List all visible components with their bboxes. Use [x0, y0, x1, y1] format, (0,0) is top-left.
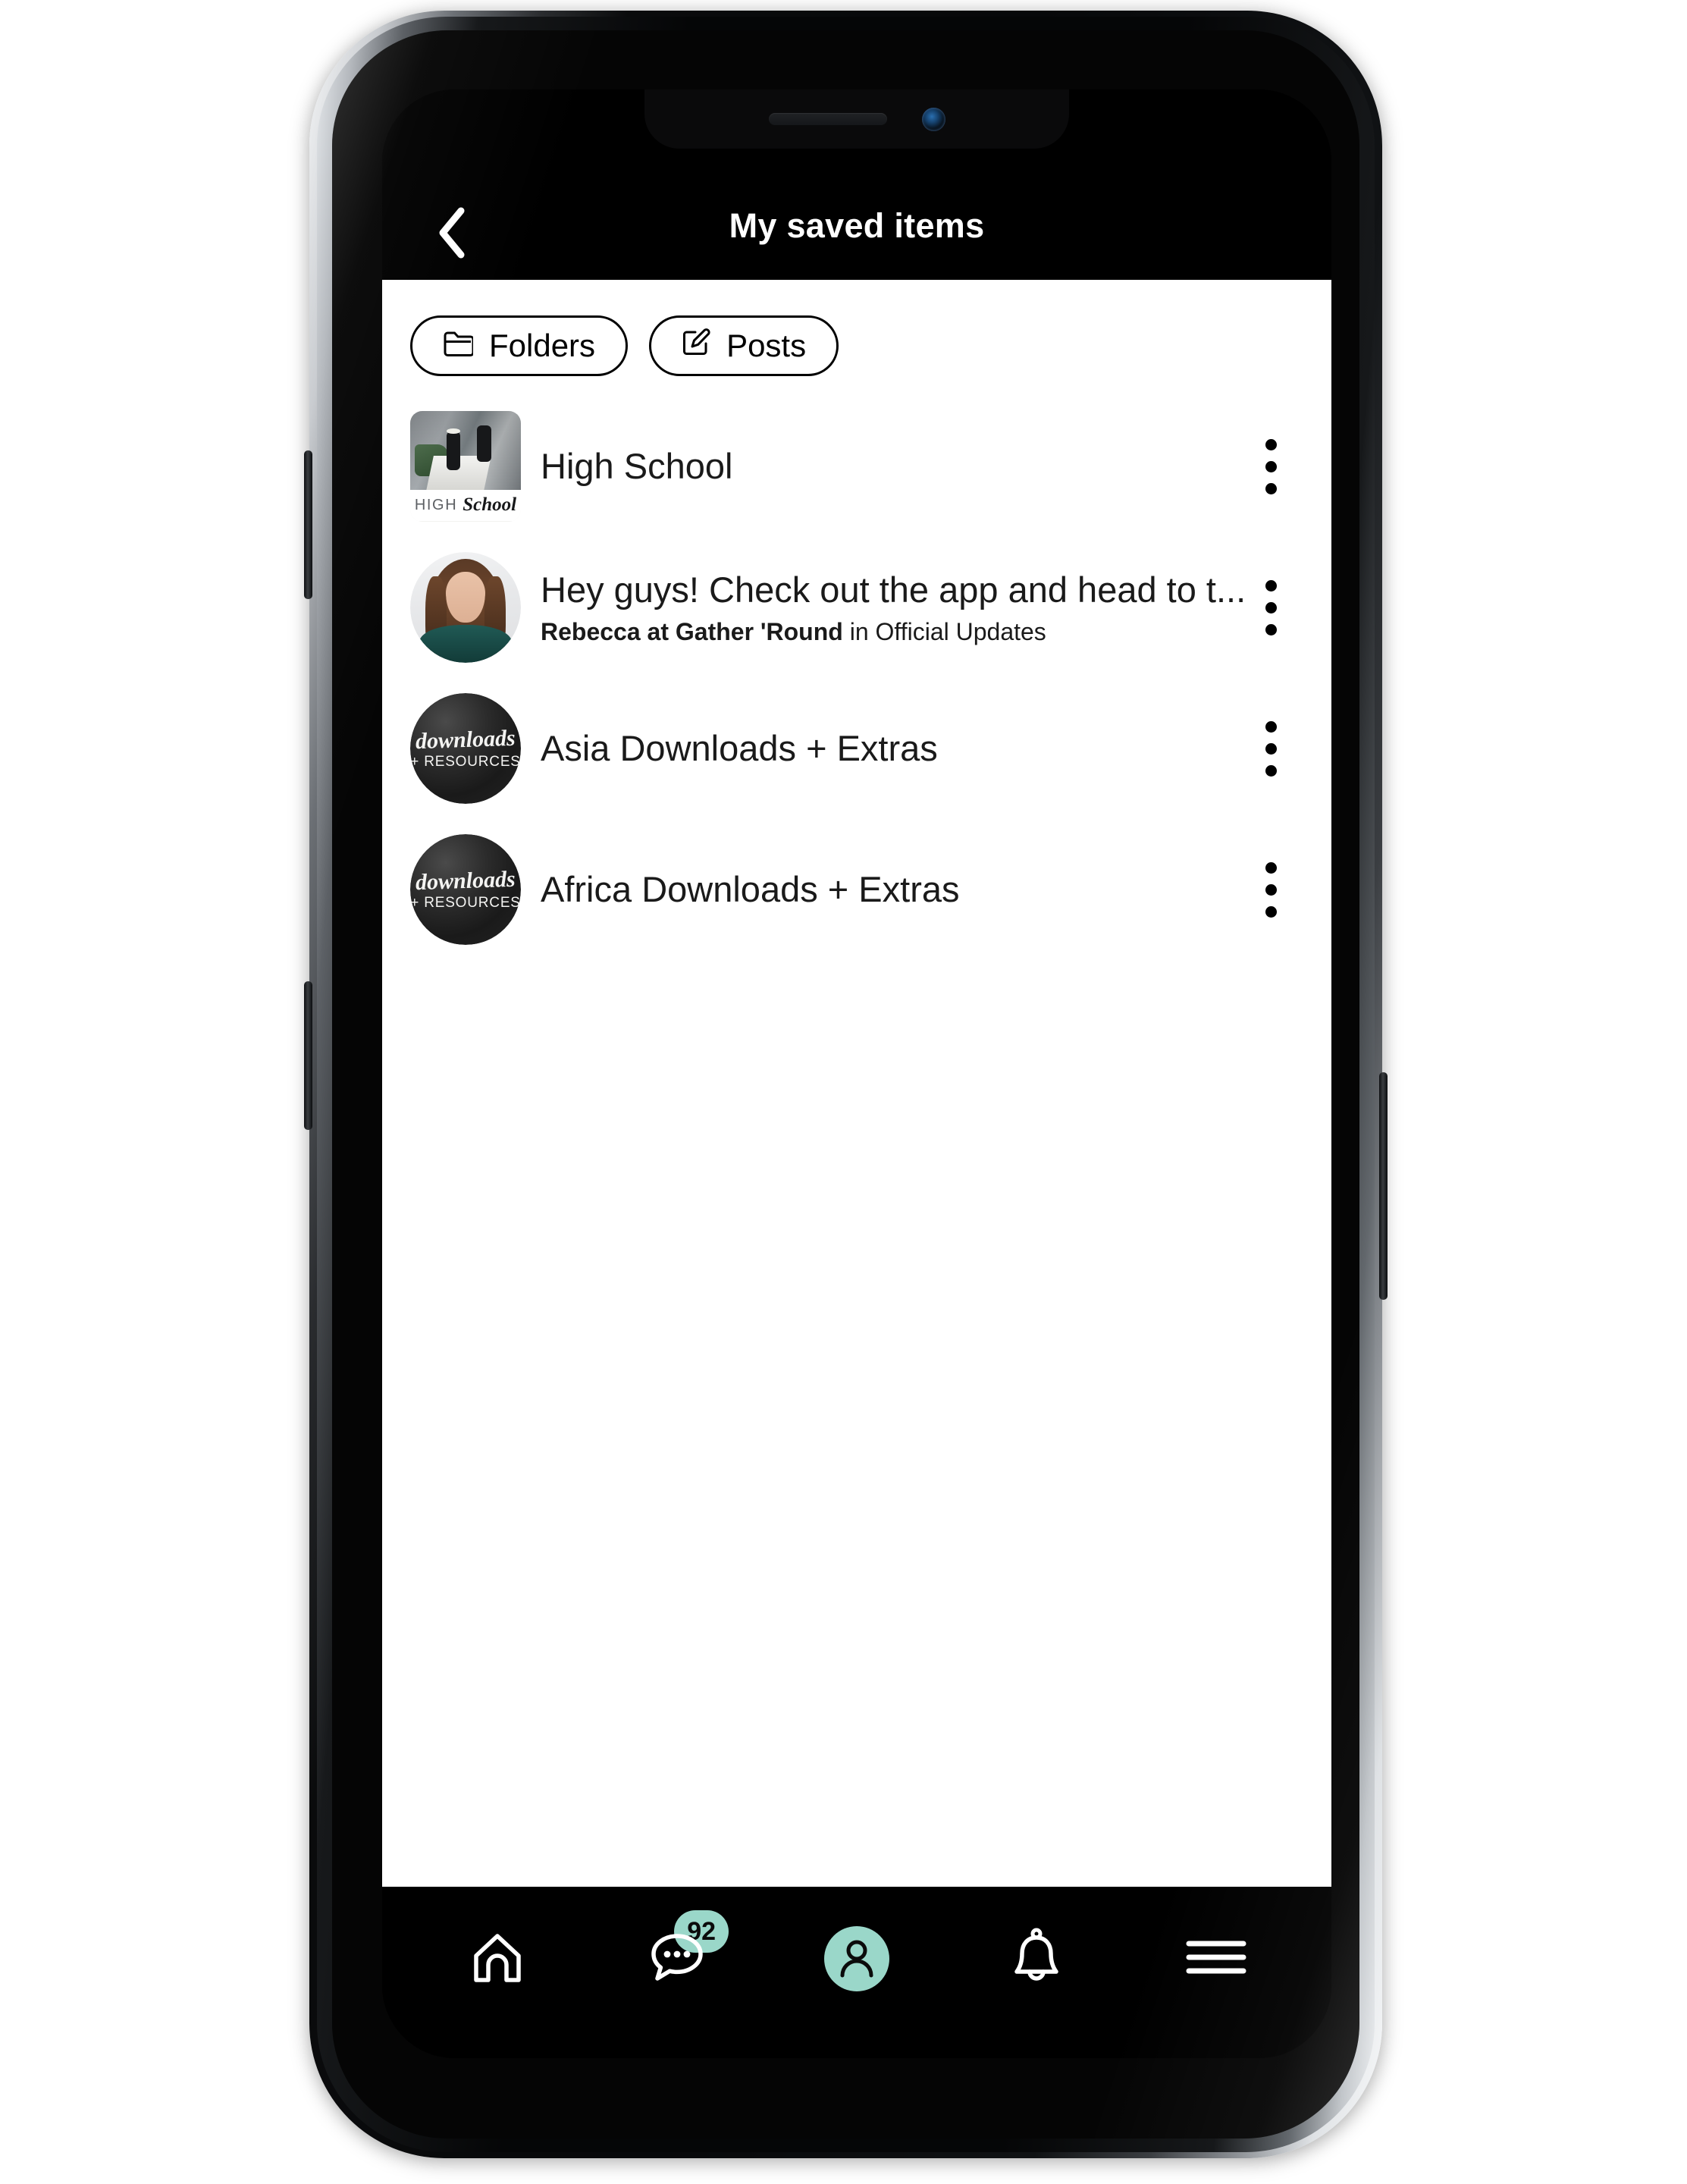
- list-item-text: High School: [541, 445, 1246, 487]
- power-button[interactable]: [1379, 1072, 1388, 1300]
- list-item-title: Asia Downloads + Extras: [541, 728, 938, 769]
- chat-icon: [645, 1925, 709, 1993]
- rebecca-avatar: [410, 552, 521, 663]
- list-item-text: Hey guys! Check out the app and head to …: [541, 569, 1246, 646]
- list-item-title: Hey guys! Check out the app and head to …: [541, 569, 1246, 610]
- thumb-word-school: School: [463, 494, 517, 516]
- page-title: My saved items: [729, 206, 985, 245]
- filter-chip-posts[interactable]: Posts: [649, 315, 839, 376]
- thumb-word-resources: + RESOURCES: [410, 894, 521, 911]
- app-screen: My saved items Folders Posts HIGH School…: [382, 89, 1331, 2058]
- thumb-word-downloads: downloads: [415, 866, 516, 895]
- nav-item-home[interactable]: [444, 1913, 550, 2004]
- thumb-word-resources: + RESOURCES: [410, 753, 521, 770]
- bell-icon: [1006, 1925, 1067, 1993]
- hamburger-icon: [1184, 1933, 1248, 1985]
- phone-bezel: My saved items Folders Posts HIGH School…: [332, 30, 1359, 2138]
- list-item[interactable]: downloads + RESOURCES Asia Downloads + E…: [382, 678, 1331, 819]
- app-body: Folders Posts HIGH School High School He…: [382, 280, 1331, 1887]
- downloads-resources-logo: downloads + RESOURCES: [410, 834, 521, 945]
- home-icon: [467, 1927, 528, 1991]
- list-item-subtitle: Rebecca at Gather 'Round in Official Upd…: [541, 618, 1246, 646]
- kebab-menu-icon[interactable]: [1246, 566, 1295, 649]
- person-icon: [833, 1933, 881, 1985]
- volume-up-button[interactable]: [304, 450, 312, 599]
- filter-chip-row: Folders Posts: [382, 280, 1331, 376]
- earpiece-speaker-icon: [768, 113, 887, 125]
- folder-icon: [443, 328, 475, 364]
- volume-down-button[interactable]: [304, 981, 312, 1130]
- downloads-resources-logo: downloads + RESOURCES: [410, 693, 521, 804]
- nav-item-messages[interactable]: 92: [624, 1910, 730, 2004]
- nav-item-notifications[interactable]: [983, 1913, 1090, 2004]
- post-author: Rebecca at Gather 'Round: [541, 618, 843, 646]
- high-school-cover-image: HIGH School: [410, 411, 521, 522]
- phone-screen: My saved items Folders Posts HIGH School…: [382, 89, 1331, 2058]
- list-item-text: Asia Downloads + Extras: [541, 727, 1246, 769]
- filter-chip-posts-label: Posts: [726, 328, 807, 363]
- bottom-navigation-bar: 92: [382, 1887, 1331, 2058]
- phone-mockup: My saved items Folders Posts HIGH School…: [304, 11, 1388, 2158]
- kebab-menu-icon[interactable]: [1246, 707, 1295, 790]
- list-item[interactable]: downloads + RESOURCES Africa Downloads +…: [382, 819, 1331, 960]
- list-item-title: Africa Downloads + Extras: [541, 869, 960, 910]
- front-camera-icon: [921, 107, 945, 131]
- list-item-title: High School: [541, 446, 733, 487]
- filter-chip-folders[interactable]: Folders: [410, 315, 629, 376]
- nav-item-profile[interactable]: [804, 1913, 910, 2004]
- saved-items-list: HIGH School High School Hey guys! Check …: [382, 396, 1331, 960]
- post-channel: in Official Updates: [842, 618, 1046, 646]
- kebab-menu-icon[interactable]: [1246, 848, 1295, 931]
- thumb-word-high: HIGH: [414, 496, 458, 513]
- list-item[interactable]: HIGH School High School: [382, 396, 1331, 537]
- edit-square-icon: [682, 328, 710, 364]
- thumb-word-downloads: downloads: [415, 725, 516, 754]
- list-item-text: Africa Downloads + Extras: [541, 868, 1246, 910]
- phone-notch: [644, 89, 1069, 149]
- list-item[interactable]: Hey guys! Check out the app and head to …: [382, 537, 1331, 678]
- kebab-menu-icon[interactable]: [1246, 425, 1295, 508]
- nav-item-menu[interactable]: [1163, 1913, 1269, 2004]
- filter-chip-folders-label: Folders: [489, 328, 596, 363]
